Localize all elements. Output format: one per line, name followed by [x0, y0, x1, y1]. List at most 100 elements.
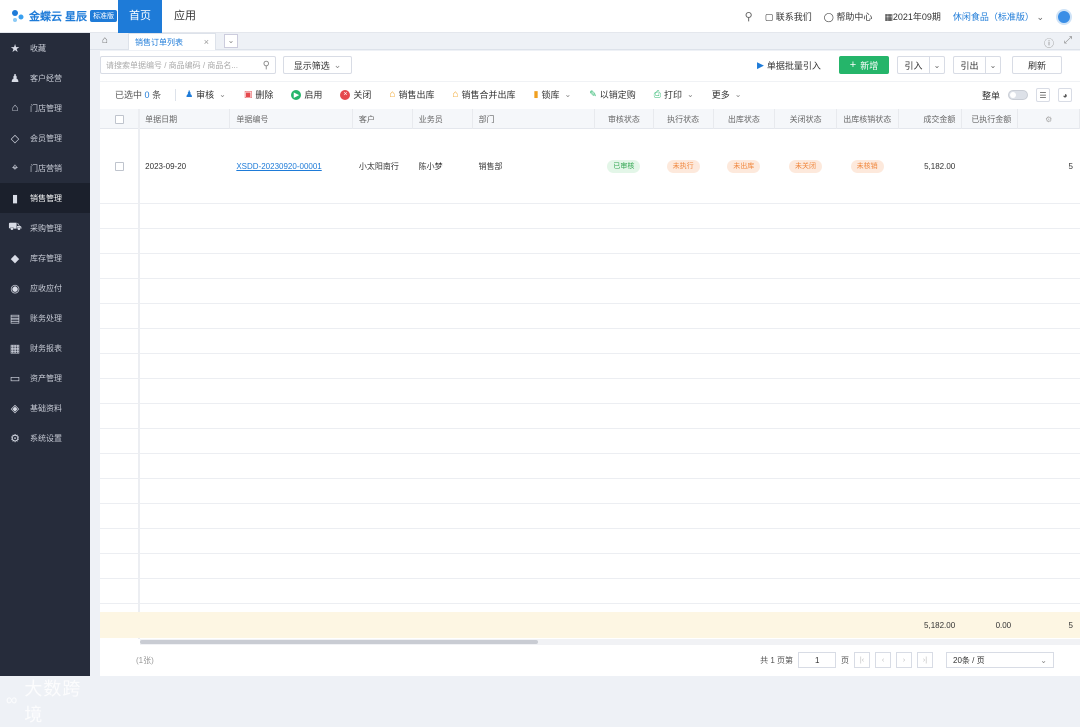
sidebar-item[interactable]: ▮ 销售管理	[0, 183, 90, 213]
scrollbar-thumb[interactable]	[140, 640, 538, 644]
page-size-select[interactable]: 20条 / 页 ⌄	[946, 652, 1054, 668]
customer: 小太阳南行	[358, 161, 399, 171]
more-button[interactable]: 更多 ⌄	[703, 82, 751, 108]
sales-to-purchase-button[interactable]: ✎ 以销定购	[580, 82, 645, 108]
asset-icon: ▭	[9, 372, 21, 385]
column-header[interactable]: 审核状态	[595, 109, 654, 129]
help-circle-icon[interactable]: ⓘ	[1044, 35, 1054, 50]
horizontal-scrollbar[interactable]	[140, 639, 1080, 645]
search-icon[interactable]: ⚲	[745, 10, 753, 23]
new-button[interactable]: + 新增	[839, 56, 889, 74]
company-selector[interactable]: 休闲食品（标准版） ⌄	[953, 10, 1044, 23]
selected-number: 0	[144, 90, 150, 100]
sidebar-item[interactable]: ▤ 账务处理	[0, 303, 90, 333]
sidebar-item[interactable]: ◆ 库存管理	[0, 243, 90, 273]
column-header[interactable]: 单据编号	[230, 109, 353, 129]
layers-icon: ◈	[10, 402, 20, 415]
empty-row	[100, 429, 1080, 454]
chevron-down-icon[interactable]: ⌄	[930, 57, 944, 73]
sidebar-item[interactable]: ▦ 财务报表	[0, 333, 90, 363]
column-header[interactable]: 业务员	[413, 109, 473, 129]
lock-stock-button[interactable]: ▮ 锁库 ⌄	[525, 82, 581, 108]
whole-order-toggle[interactable]	[1008, 90, 1028, 100]
sidebar-item[interactable]: ⌂ 门店管理	[0, 93, 90, 123]
sidebar-item[interactable]: ⌖ 门店营销	[0, 153, 90, 183]
new-label: 新增	[860, 60, 879, 71]
merge-outbound-button[interactable]: ⌂ 销售合并出库	[444, 82, 525, 108]
column-header[interactable]: 关闭状态	[775, 109, 837, 129]
audit-status-badge: 已审核	[607, 159, 641, 173]
help-link[interactable]: ◯ 帮助中心	[824, 10, 873, 23]
search-icon[interactable]: ⚲	[263, 60, 270, 71]
chevron-down-icon[interactable]: ⌄	[986, 57, 1000, 73]
chart-view-icon[interactable]: ◕	[1058, 88, 1072, 102]
customer-icon: ♟	[10, 72, 20, 85]
sidebar-item[interactable]: ◇ 会员管理	[0, 123, 90, 153]
select-all-checkbox-cell[interactable]	[100, 109, 140, 129]
column-header[interactable]: 成交金额	[899, 109, 963, 129]
calendar-icon: ▦	[884, 12, 893, 22]
order-number[interactable]: XSDD-20230920-00001	[236, 162, 321, 171]
period-selector[interactable]: ▦2021年09期	[884, 10, 941, 23]
select-all-checkbox[interactable]	[114, 114, 124, 124]
home-tab-icon[interactable]: ⌂	[102, 35, 108, 46]
print-button[interactable]: ⎙ 打印 ⌄	[645, 82, 703, 108]
audit-button[interactable]: ♟ 审核 ⌄	[176, 82, 235, 108]
empty-row	[100, 329, 1080, 354]
enable-button[interactable]: ▶ 启用	[282, 82, 331, 108]
merge-outbound-label: 销售合并出库	[461, 90, 516, 100]
nav-apps[interactable]: 应用	[164, 0, 206, 33]
close-order-button[interactable]: × 关闭	[331, 82, 380, 108]
column-header[interactable]: 部门	[473, 109, 596, 129]
show-filter-button[interactable]: 显示筛选 ⌄	[283, 56, 352, 74]
nav-home[interactable]: 首页	[118, 0, 162, 33]
first-page-icon[interactable]: |‹	[854, 652, 870, 668]
column-header[interactable]: 单据日期	[139, 109, 231, 129]
column-header[interactable]: 出库核销状态	[837, 109, 899, 129]
batch-import-button[interactable]: ▶ 单据批量引入	[757, 56, 821, 74]
sidebar-item[interactable]: ⛟ 采购管理	[0, 213, 90, 243]
sidebar-item[interactable]: ◈ 基础资料	[0, 393, 90, 423]
sidebar-item-label: 资产管理	[30, 373, 62, 383]
sidebar-item[interactable]: ▭ 资产管理	[0, 363, 90, 393]
row-checkbox-cell[interactable]	[100, 129, 139, 203]
column-header[interactable]: 执行状态	[654, 109, 714, 129]
export-label[interactable]: 引出	[954, 57, 986, 73]
column-header[interactable]: 已执行金额	[962, 109, 1019, 129]
import-label[interactable]: 引入	[898, 57, 930, 73]
sidebar-item[interactable]: ⚙ 系统设置	[0, 423, 90, 453]
selected-count: 已选中 0 条	[100, 88, 175, 101]
table-header: 单据日期 单据编号 客户 业务员 部门 审核状态 执行状态 出库状态 关闭状态 出库核销状态 成交金…	[100, 109, 1080, 129]
selected-suffix: 条	[152, 90, 162, 100]
search-input[interactable]: 请搜索单据编号 / 商品编码 / 商品名... ⚲	[100, 56, 276, 74]
empty-row	[100, 504, 1080, 529]
page-number-input[interactable]: 1	[798, 652, 836, 668]
tab-dropdown-icon[interactable]: ⌄	[224, 34, 238, 48]
table-row[interactable]: 2023-09-20 XSDD-20230920-00001 小太阳南行 陈小梦 销售部…	[100, 129, 1080, 204]
sidebar-item[interactable]: ★ 收藏	[0, 33, 90, 63]
next-page-icon[interactable]: ›	[896, 652, 912, 668]
row-checkbox[interactable]	[114, 161, 124, 171]
delete-button[interactable]: ▣ 删除	[235, 82, 283, 108]
order-number-cell[interactable]: XSDD-20230920-00001	[230, 129, 352, 203]
sidebar-item[interactable]: ◉ 应收应付	[0, 273, 90, 303]
logo[interactable]: 金蝶云 星辰 标准版	[10, 8, 118, 24]
last-page-icon[interactable]: ›|	[917, 652, 933, 668]
cube-icon: ◆	[10, 252, 20, 265]
list-view-icon[interactable]: ☰	[1036, 88, 1050, 102]
column-settings-icon[interactable]: ⚙	[1018, 109, 1080, 129]
avatar[interactable]	[1056, 8, 1072, 25]
prev-page-icon[interactable]: ‹	[875, 652, 891, 668]
watermark: ∞ 大数跨境	[6, 675, 90, 727]
close-icon[interactable]: ×	[204, 37, 209, 47]
refresh-button[interactable]: 刷新	[1012, 56, 1062, 74]
tab-sales-order-list[interactable]: 销售订单列表 ×	[128, 33, 216, 50]
fullscreen-icon[interactable]: ⤢	[1064, 35, 1072, 50]
contact-link[interactable]: ▢ 联系我们	[765, 10, 812, 23]
column-header[interactable]: 出库状态	[714, 109, 776, 129]
export-button[interactable]: 引出 ⌄	[953, 56, 1001, 74]
sales-outbound-button[interactable]: ⌂ 销售出库	[380, 82, 443, 108]
import-button[interactable]: 引入 ⌄	[897, 56, 945, 74]
column-header[interactable]: 客户	[353, 109, 413, 129]
sidebar-item[interactable]: ♟ 客户经营	[0, 63, 90, 93]
